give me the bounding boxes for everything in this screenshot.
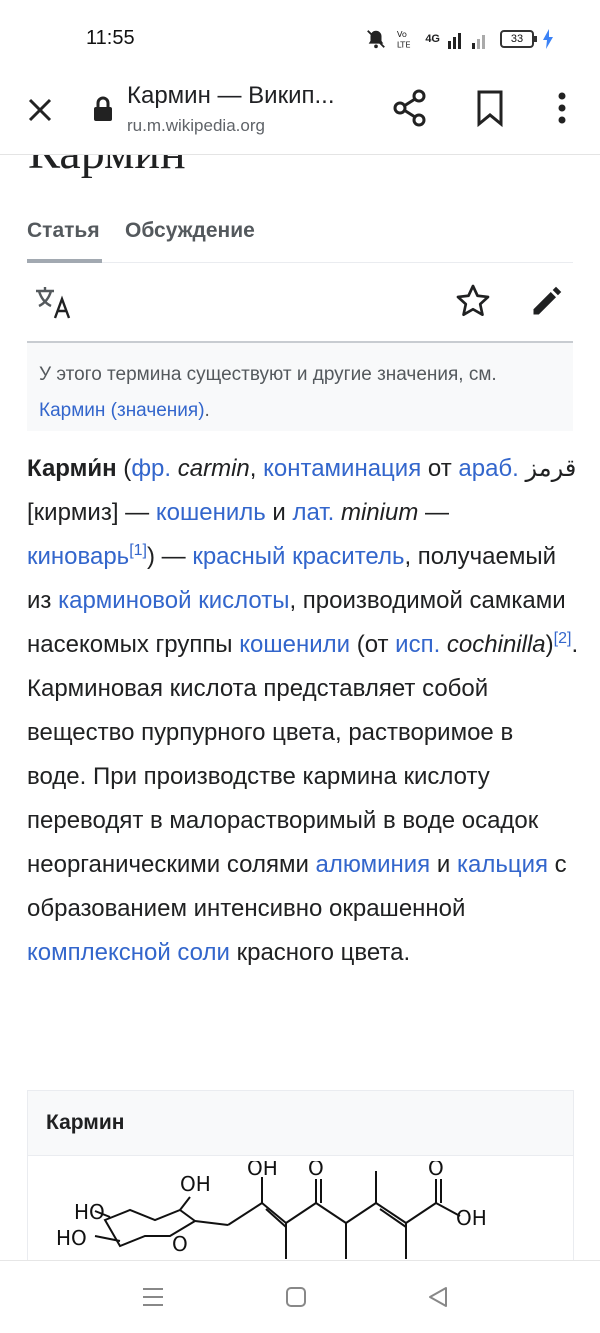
- active-tab-indicator: [27, 259, 102, 263]
- more-vert-icon[interactable]: [548, 88, 576, 128]
- close-icon[interactable]: [22, 92, 58, 128]
- home-square-icon[interactable]: [284, 1285, 308, 1309]
- mute-bell-icon: [367, 30, 386, 49]
- browser-url[interactable]: ru.m.wikipedia.org: [127, 116, 265, 136]
- edit-pencil-icon[interactable]: [529, 283, 565, 319]
- link-krasitel[interactable]: красный краситель: [192, 543, 404, 570]
- status-icons: Vo LTE 4G 33: [365, 26, 554, 52]
- label-o-acid: O: [428, 1161, 444, 1180]
- hatnote-text: У этого термина существуют и другие знач…: [39, 364, 497, 421]
- network-type: 4G: [425, 33, 440, 45]
- tab-article[interactable]: Статья: [27, 219, 100, 243]
- label-o-ring: O: [172, 1232, 188, 1256]
- status-time: 11:55: [86, 27, 135, 49]
- browser-page-title[interactable]: Кармин — Викип...: [127, 82, 367, 110]
- link-complex-salt[interactable]: комплексной соли: [27, 939, 230, 966]
- article-content: Кармин Статья Обсуждение У этого термина…: [0, 155, 600, 1260]
- battery-indicator: 33: [500, 30, 537, 48]
- status-bar: 11:55 Vo LTE 4G 33: [0, 0, 600, 74]
- label-oh-sugar: OH: [180, 1172, 211, 1196]
- hatnote-link[interactable]: Кармин (значения): [39, 400, 205, 421]
- svg-text:Vo: Vo: [397, 29, 407, 39]
- link-aluminium[interactable]: алюминия: [316, 851, 431, 878]
- link-lat[interactable]: лат.: [292, 499, 334, 526]
- tab-talk[interactable]: Обсуждение: [125, 219, 255, 243]
- link-carminic-acid[interactable]: карминовой кислоты: [58, 587, 289, 614]
- chemical-structure-image[interactable]: OH OH O O OH HO HO O: [40, 1161, 510, 1260]
- label-ho-1: HO: [74, 1200, 105, 1224]
- share-icon[interactable]: [392, 88, 428, 128]
- signal-strength-icon: [448, 33, 485, 49]
- menu-icon[interactable]: [140, 1285, 166, 1309]
- star-icon[interactable]: [455, 283, 491, 319]
- hatnote: У этого термина существуют и другие знач…: [27, 343, 573, 431]
- infobox-title: Кармин: [28, 1091, 573, 1156]
- link-contamination[interactable]: контаминация: [263, 455, 421, 482]
- page-actions: [27, 265, 573, 343]
- ref-1[interactable]: [1]: [129, 542, 147, 559]
- page-title: Кармин: [28, 155, 186, 180]
- lead-paragraph: Карми́н (фр. carmin, контаминация от ара…: [27, 455, 579, 966]
- bookmark-icon[interactable]: [474, 88, 506, 128]
- link-calcium[interactable]: кальция: [457, 851, 548, 878]
- link-koshenil[interactable]: кошениль: [156, 499, 266, 526]
- label-oh-acid: OH: [456, 1206, 487, 1230]
- article-tabs: Статья Обсуждение: [27, 215, 573, 263]
- svg-text:LTE: LTE: [397, 39, 411, 49]
- link-isp[interactable]: исп.: [395, 631, 440, 658]
- link-koshenili[interactable]: кошенили: [239, 631, 350, 658]
- label-ho-2: HO: [56, 1226, 87, 1250]
- link-fr[interactable]: фр.: [131, 455, 171, 482]
- label-oh-enol: OH: [247, 1161, 278, 1180]
- translate-icon[interactable]: [33, 285, 73, 321]
- system-navigation-bar: [0, 1260, 600, 1333]
- lock-icon: [94, 96, 112, 121]
- link-kinovar[interactable]: киноварь: [27, 543, 129, 570]
- label-o-ketone: O: [308, 1161, 324, 1180]
- charging-icon: [543, 29, 553, 49]
- back-triangle-icon[interactable]: [426, 1285, 450, 1309]
- ref-2[interactable]: [2]: [554, 630, 572, 647]
- browser-toolbar: Кармин — Викип... ru.m.wikipedia.org: [0, 74, 600, 155]
- volte-icon: VoLTE: [397, 29, 411, 49]
- bold-term: Карми́н: [27, 455, 117, 482]
- link-arab[interactable]: араб.: [458, 455, 518, 482]
